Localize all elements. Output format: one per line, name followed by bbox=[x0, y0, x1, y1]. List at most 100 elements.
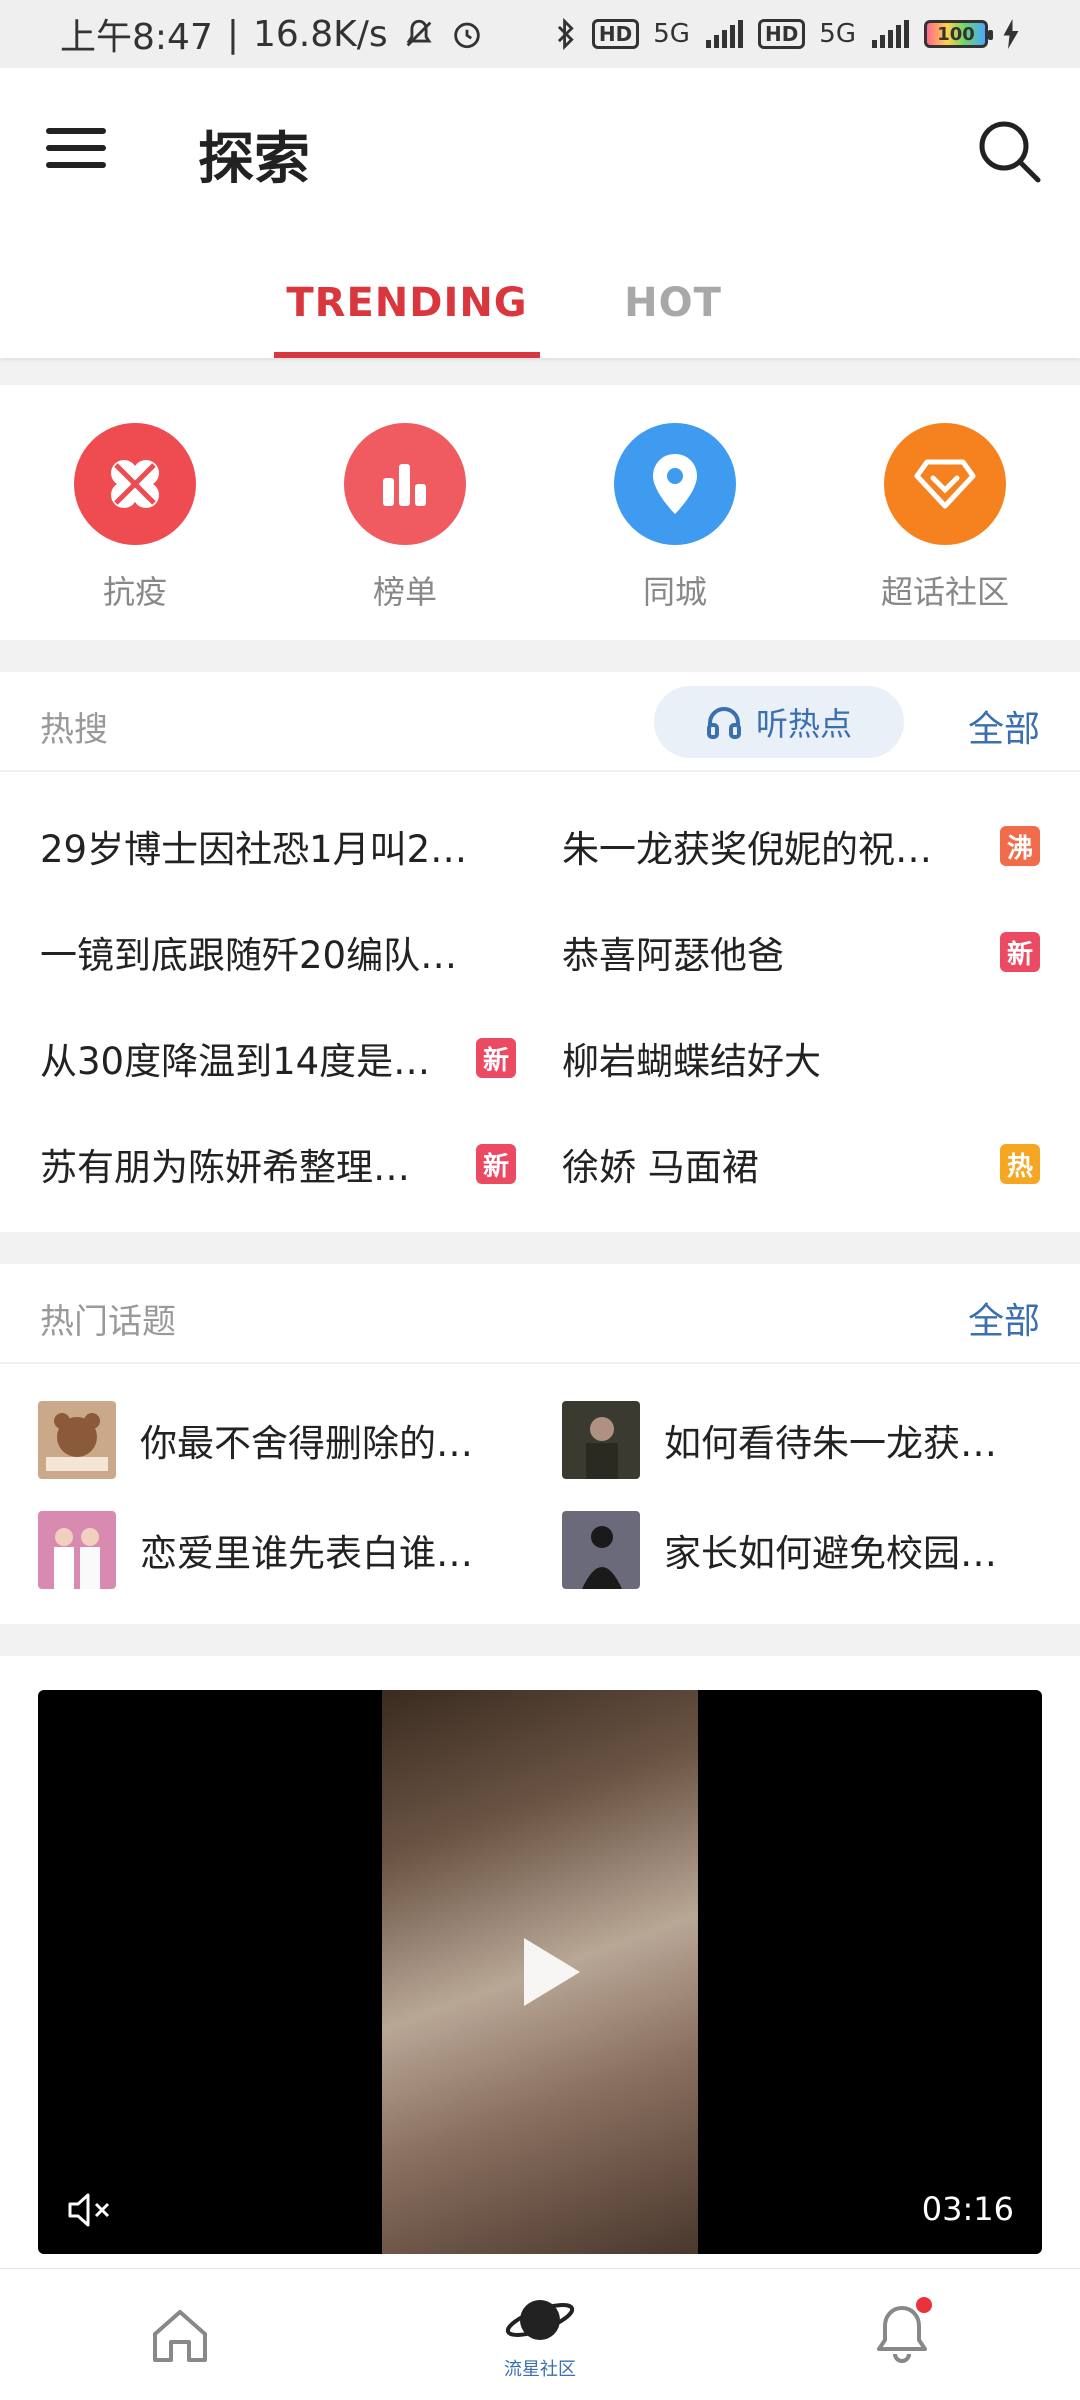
home-icon bbox=[153, 2310, 207, 2362]
topic-text: 如何看待朱一龙获… bbox=[664, 1422, 997, 1465]
new-badge: 新 bbox=[476, 1038, 516, 1078]
nav-community[interactable]: 流星社区 bbox=[490, 2269, 590, 2400]
search-button[interactable] bbox=[974, 116, 1044, 186]
new-badge: 新 bbox=[476, 1144, 516, 1184]
page-title: 探索 bbox=[198, 127, 310, 192]
charging-icon bbox=[1002, 19, 1020, 49]
planet-icon bbox=[505, 2300, 575, 2340]
play-button[interactable] bbox=[500, 1926, 592, 2018]
hot-search-item[interactable]: 恭喜阿瑟他爸 新 bbox=[562, 922, 1042, 982]
hot-search-item[interactable]: 29岁博士因社恐1月叫2… bbox=[40, 816, 500, 876]
screen: 上午8:47 | 16.8K/s HD 5G HD 5G 100 探索 TREN… bbox=[0, 0, 1080, 2400]
topic-text: 恋爱里谁先表白谁… bbox=[140, 1532, 473, 1575]
diamond-icon bbox=[884, 423, 1006, 545]
shortcut-rankings[interactable]: 榜单 bbox=[305, 423, 505, 613]
shortcut-label: 榜单 bbox=[372, 573, 437, 611]
status-divider: | bbox=[226, 13, 239, 55]
speaker-mute-icon bbox=[68, 2193, 110, 2227]
hot-search-item[interactable]: 柳岩蝴蝶结好大 bbox=[562, 1028, 1042, 1088]
search-icon bbox=[979, 121, 1041, 183]
shortcut-local[interactable]: 同城 bbox=[575, 423, 775, 613]
hot-topics-see-all[interactable]: 全部 bbox=[968, 1292, 1040, 1344]
hot-search-item[interactable]: 苏有朋为陈妍希整理… 新 bbox=[40, 1134, 518, 1194]
shortcut-row: 抗疫 榜单 同城 超话社区 bbox=[0, 385, 1080, 640]
signal-5g-label-2: 5G bbox=[819, 19, 856, 49]
status-network-speed: 16.8K/s bbox=[252, 13, 388, 55]
topic-text: 家长如何避免校园… bbox=[664, 1532, 997, 1575]
listen-hot-button[interactable]: 听热点 bbox=[654, 686, 904, 758]
notification-dot bbox=[916, 2297, 932, 2313]
tab-hot[interactable]: HOT bbox=[588, 248, 758, 358]
hot-search-text: 一镜到底跟随歼20编队… bbox=[40, 934, 458, 977]
bluetooth-icon bbox=[554, 17, 578, 51]
nav-community-label: 流星社区 bbox=[504, 2359, 576, 2380]
video-duration: 03:16 bbox=[921, 2190, 1014, 2228]
headphones-icon bbox=[706, 707, 741, 739]
mute-button[interactable] bbox=[66, 2190, 116, 2230]
clover-icon bbox=[74, 423, 196, 545]
hot-topics-title: 热门话题 bbox=[40, 1302, 176, 1342]
hot-search-header: 热搜 听热点 全部 bbox=[0, 672, 1080, 772]
location-pin-icon bbox=[614, 423, 736, 545]
nav-notifications[interactable] bbox=[852, 2269, 952, 2400]
topic-item[interactable]: 你最不舍得删除的… bbox=[38, 1400, 520, 1480]
mute-bell-icon bbox=[402, 17, 436, 51]
signal-icon bbox=[704, 20, 744, 48]
menu-line-top bbox=[46, 128, 106, 134]
hot-topics-section: 热门话题 全部 你最不舍得删除的… 如何看待朱一龙获… 恋爱里谁先表白谁… 家长… bbox=[0, 1264, 1080, 1624]
hot-search-title: 热搜 bbox=[40, 710, 108, 750]
topic-thumbnail bbox=[38, 1401, 116, 1479]
shortcut-label: 超话社区 bbox=[880, 573, 1009, 611]
tab-trending[interactable]: TRENDING bbox=[274, 248, 540, 358]
topic-thumbnail bbox=[562, 1511, 640, 1589]
tab-bar: TRENDING HOT bbox=[0, 248, 1080, 358]
shortcut-label: 同城 bbox=[642, 573, 707, 611]
hot-search-item[interactable]: 徐娇 马面裙 热 bbox=[562, 1134, 1042, 1194]
status-right: HD 5G HD 5G 100 bbox=[554, 17, 1020, 51]
hot-search-section: 热搜 听热点 全部 29岁博士因社恐1月叫2… 朱一龙获奖倪妮的祝… 沸 一镜到… bbox=[0, 672, 1080, 1232]
shortcut-label: 抗疫 bbox=[102, 573, 167, 611]
hot-badge: 热 bbox=[1000, 1144, 1040, 1184]
topic-thumbnail bbox=[562, 1401, 640, 1479]
status-bar: 上午8:47 | 16.8K/s HD 5G HD 5G 100 bbox=[0, 0, 1080, 68]
hot-search-text: 苏有朋为陈妍希整理… bbox=[40, 1146, 410, 1189]
nav-home[interactable] bbox=[130, 2269, 230, 2400]
menu-line-bottom bbox=[46, 162, 106, 168]
shortcut-anti-epidemic[interactable]: 抗疫 bbox=[35, 423, 235, 613]
app-header: 探索 TRENDING HOT bbox=[0, 68, 1080, 358]
new-badge: 新 bbox=[1000, 932, 1040, 972]
hot-search-text: 徐娇 马面裙 bbox=[562, 1146, 759, 1189]
hot-search-item[interactable]: 从30度降温到14度是… 新 bbox=[40, 1028, 518, 1088]
hot-search-see-all[interactable]: 全部 bbox=[968, 700, 1040, 752]
topic-thumbnail bbox=[38, 1511, 116, 1589]
hd-badge-2: HD bbox=[757, 19, 806, 49]
battery-indicator: 100 bbox=[924, 20, 993, 48]
menu-button[interactable] bbox=[46, 128, 106, 178]
hot-search-text: 29岁博士因社恐1月叫2… bbox=[40, 828, 468, 871]
topic-item[interactable]: 恋爱里谁先表白谁… bbox=[38, 1510, 520, 1590]
video-player[interactable]: 03:16 bbox=[38, 1690, 1042, 2254]
signal-icon-2 bbox=[870, 20, 910, 48]
play-icon bbox=[524, 1938, 580, 2006]
boil-badge: 沸 bbox=[1000, 826, 1040, 866]
shortcut-super-topic[interactable]: 超话社区 bbox=[845, 423, 1045, 613]
hot-search-text: 恭喜阿瑟他爸 bbox=[562, 934, 784, 977]
hot-search-text: 从30度降温到14度是… bbox=[40, 1040, 431, 1083]
hot-search-item[interactable]: 朱一龙获奖倪妮的祝… 沸 bbox=[562, 816, 1042, 876]
hot-topics-header: 热门话题 全部 bbox=[0, 1264, 1080, 1364]
hot-search-item[interactable]: 一镜到底跟随歼20编队… bbox=[40, 922, 500, 982]
signal-5g-label: 5G bbox=[653, 19, 690, 49]
battery-level: 100 bbox=[937, 23, 975, 45]
bar-chart-icon bbox=[344, 423, 466, 545]
topic-item[interactable]: 如何看待朱一龙获… bbox=[562, 1400, 1044, 1480]
topic-text: 你最不舍得删除的… bbox=[140, 1422, 473, 1465]
topic-item[interactable]: 家长如何避免校园… bbox=[562, 1510, 1044, 1590]
bottom-nav: 流星社区 bbox=[0, 2268, 1080, 2400]
listen-hot-label: 听热点 bbox=[755, 705, 852, 743]
hot-search-text: 朱一龙获奖倪妮的祝… bbox=[562, 828, 932, 871]
status-left: 上午8:47 | 16.8K/s bbox=[60, 8, 484, 60]
status-time: 上午8:47 bbox=[60, 17, 213, 58]
hot-search-text: 柳岩蝴蝶结好大 bbox=[562, 1040, 821, 1083]
video-card: 03:16 bbox=[0, 1656, 1080, 2276]
alarm-icon bbox=[450, 17, 484, 51]
